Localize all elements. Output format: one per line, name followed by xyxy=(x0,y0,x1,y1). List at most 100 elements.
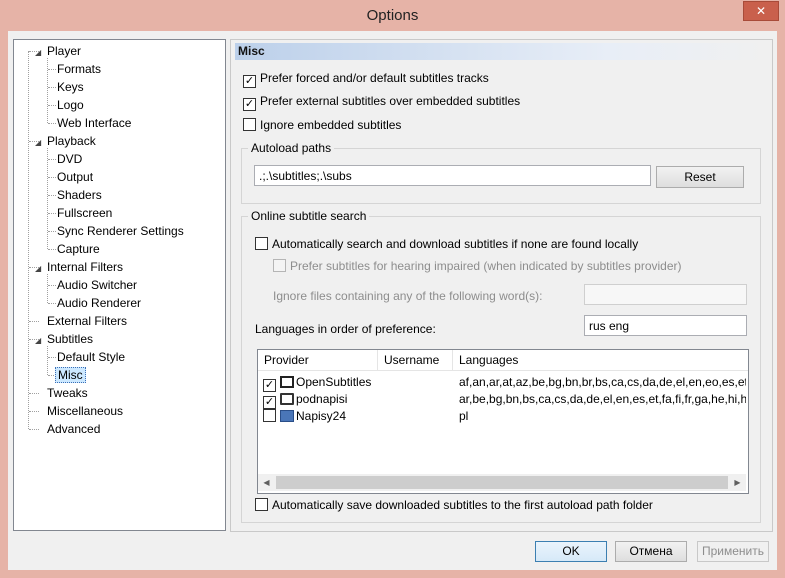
provider-name: podnapisi xyxy=(296,392,348,406)
ignore-embedded-checkbox[interactable] xyxy=(243,118,256,131)
ignore-embedded-option[interactable]: Ignore embedded subtitles xyxy=(243,117,401,133)
tree-item-formats[interactable]: Formats xyxy=(55,60,103,78)
tree-item-shaders[interactable]: Shaders xyxy=(55,186,104,204)
ok-button[interactable]: OK xyxy=(535,541,607,562)
tree-item-label: Internal Filters xyxy=(47,260,124,274)
tree-item-internal-filters[interactable]: ◢ Internal Filters xyxy=(35,258,125,276)
tree-branch-line xyxy=(47,274,48,303)
provider-icon xyxy=(280,410,294,422)
provider-name: OpenSubtitles xyxy=(296,375,372,389)
auto-search-option[interactable]: Automatically search and download subtit… xyxy=(255,236,638,252)
tree-trunk-line xyxy=(28,51,29,429)
title-bar[interactable]: Options ✕ xyxy=(0,0,785,31)
prefer-forced-option[interactable]: ✓ Prefer forced and/or default subtitles … xyxy=(243,70,489,88)
languages-input[interactable]: rus eng xyxy=(584,315,747,336)
tree-item-miscellaneous[interactable]: Miscellaneous xyxy=(35,402,125,420)
tree-item-fullscreen[interactable]: Fullscreen xyxy=(55,204,114,222)
tree-item-label: Output xyxy=(57,170,94,184)
tree-item-label: Subtitles xyxy=(47,332,94,346)
auto-save-label: Automatically save downloaded subtitles … xyxy=(272,498,653,512)
tree-branch-line xyxy=(47,148,48,249)
provider-icon xyxy=(280,393,294,405)
column-username[interactable]: Username xyxy=(378,350,453,370)
ignore-words-input[interactable] xyxy=(584,284,747,305)
window-title: Options xyxy=(366,7,419,24)
tree-item-playback[interactable]: ◢ Playback xyxy=(35,132,98,150)
provider-languages: af,an,ar,at,az,be,bg,bn,br,bs,ca,cs,da,d… xyxy=(459,375,746,389)
tree-item-dvd[interactable]: DVD xyxy=(55,150,84,168)
providers-list[interactable]: Provider Username Languages ✓ OpenSubtitl… xyxy=(257,349,749,494)
options-window: Options ✕ ◢ Player Formats Keys Logo Web Inte… xyxy=(0,0,785,578)
tree-item-external-filters[interactable]: External Filters xyxy=(35,312,129,330)
expand-arrow-icon[interactable]: ◢ xyxy=(35,44,45,62)
tree-item-label: Formats xyxy=(57,62,102,76)
auto-save-checkbox[interactable] xyxy=(255,498,268,511)
tree-item-advanced[interactable]: Advanced xyxy=(35,420,102,438)
tree-item-label: Playback xyxy=(47,134,96,148)
provider-row[interactable]: Napisy24 pl xyxy=(258,408,748,425)
tree-item-player[interactable]: ◢ Player xyxy=(35,42,83,60)
tree-item-capture[interactable]: Capture xyxy=(55,240,102,258)
prefer-external-checkbox[interactable]: ✓ xyxy=(243,98,256,111)
prefer-external-label: Prefer external subtitles over embedded … xyxy=(260,94,521,108)
close-button[interactable]: ✕ xyxy=(743,1,779,21)
auto-save-option[interactable]: Automatically save downloaded subtitles … xyxy=(255,497,653,513)
expand-arrow-icon[interactable]: ◢ xyxy=(35,134,45,152)
expand-arrow-icon[interactable]: ◢ xyxy=(35,332,45,350)
tree-item-label: Audio Switcher xyxy=(57,278,138,292)
provider-checkbox[interactable] xyxy=(263,409,276,422)
prefer-external-option[interactable]: ✓ Prefer external subtitles over embedded… xyxy=(243,93,521,111)
expand-arrow-icon[interactable]: ◢ xyxy=(35,260,45,278)
tree-item-audio-renderer[interactable]: Audio Renderer xyxy=(55,294,143,312)
tree-item-web-interface[interactable]: Web Interface xyxy=(55,114,133,132)
provider-row[interactable]: ✓ OpenSubtitles af,an,ar,at,az,be,bg,bn,br… xyxy=(258,374,748,392)
languages-label: Languages in order of preference: xyxy=(255,322,436,336)
hearing-impaired-checkbox[interactable] xyxy=(273,259,286,272)
scroll-thumb[interactable] xyxy=(276,476,728,489)
tree-item-label: Shaders xyxy=(57,188,102,202)
auto-search-checkbox[interactable] xyxy=(255,237,268,250)
horizontal-scrollbar[interactable]: ◀ ▶ xyxy=(258,474,746,491)
options-tree[interactable]: ◢ Player Formats Keys Logo Web Interface ◢ Play… xyxy=(13,39,226,531)
tree-item-label: Misc xyxy=(55,367,86,383)
prefer-forced-checkbox[interactable]: ✓ xyxy=(243,75,256,88)
tree-item-subtitles[interactable]: ◢ Subtitles xyxy=(35,330,95,348)
tree-item-default-style[interactable]: Default Style xyxy=(55,348,127,366)
provider-languages: ar,be,bg,bn,bs,ca,cs,da,de,el,en,es,et,f… xyxy=(459,392,746,406)
tree-item-label: Keys xyxy=(57,80,84,94)
tree-item-label: Player xyxy=(47,44,82,58)
autoload-group: Autoload paths .;.\subtitles;.\subs Rese… xyxy=(241,141,761,204)
providers-list-header: Provider Username Languages xyxy=(258,350,748,371)
scroll-right-icon[interactable]: ▶ xyxy=(729,474,746,491)
tree-item-misc[interactable]: Misc xyxy=(55,366,86,384)
cancel-button[interactable]: Отмена xyxy=(615,541,687,562)
page-title: Misc xyxy=(235,43,769,60)
tree-item-label: External Filters xyxy=(47,314,128,328)
hearing-impaired-option[interactable]: Prefer subtitles for hearing impaired (w… xyxy=(273,258,682,274)
provider-languages: pl xyxy=(459,409,469,423)
reset-button[interactable]: Reset xyxy=(656,166,744,188)
tree-branch-line xyxy=(47,58,48,123)
ignore-words-label: Ignore files containing any of the follo… xyxy=(273,289,543,303)
tree-item-label: Advanced xyxy=(47,422,101,436)
ignore-embedded-label: Ignore embedded subtitles xyxy=(260,118,402,132)
tree-item-label: Sync Renderer Settings xyxy=(57,224,184,238)
column-languages[interactable]: Languages xyxy=(453,350,748,370)
tree-item-label: Default Style xyxy=(57,350,126,364)
tree-item-logo[interactable]: Logo xyxy=(55,96,86,114)
tree-item-output[interactable]: Output xyxy=(55,168,95,186)
dialog-client: ◢ Player Formats Keys Logo Web Interface ◢ Play… xyxy=(8,31,777,570)
autoload-paths-input[interactable]: .;.\subtitles;.\subs xyxy=(254,165,651,186)
auto-search-label: Automatically search and download subtit… xyxy=(272,237,639,251)
provider-row[interactable]: ✓ podnapisi ar,be,bg,bn,bs,ca,cs,da,de,el,… xyxy=(258,391,748,409)
scroll-left-icon[interactable]: ◀ xyxy=(258,474,275,491)
column-provider[interactable]: Provider xyxy=(258,350,378,370)
tree-item-tweaks[interactable]: Tweaks xyxy=(35,384,90,402)
apply-button[interactable]: Применить xyxy=(697,541,769,562)
tree-item-audio-switcher[interactable]: Audio Switcher xyxy=(55,276,139,294)
tree-item-sync-renderer-settings[interactable]: Sync Renderer Settings xyxy=(55,222,186,240)
tree-item-keys[interactable]: Keys xyxy=(55,78,86,96)
prefer-forced-label: Prefer forced and/or default subtitles t… xyxy=(260,71,489,85)
provider-name: Napisy24 xyxy=(296,409,347,423)
autoload-group-title: Autoload paths xyxy=(248,141,335,155)
